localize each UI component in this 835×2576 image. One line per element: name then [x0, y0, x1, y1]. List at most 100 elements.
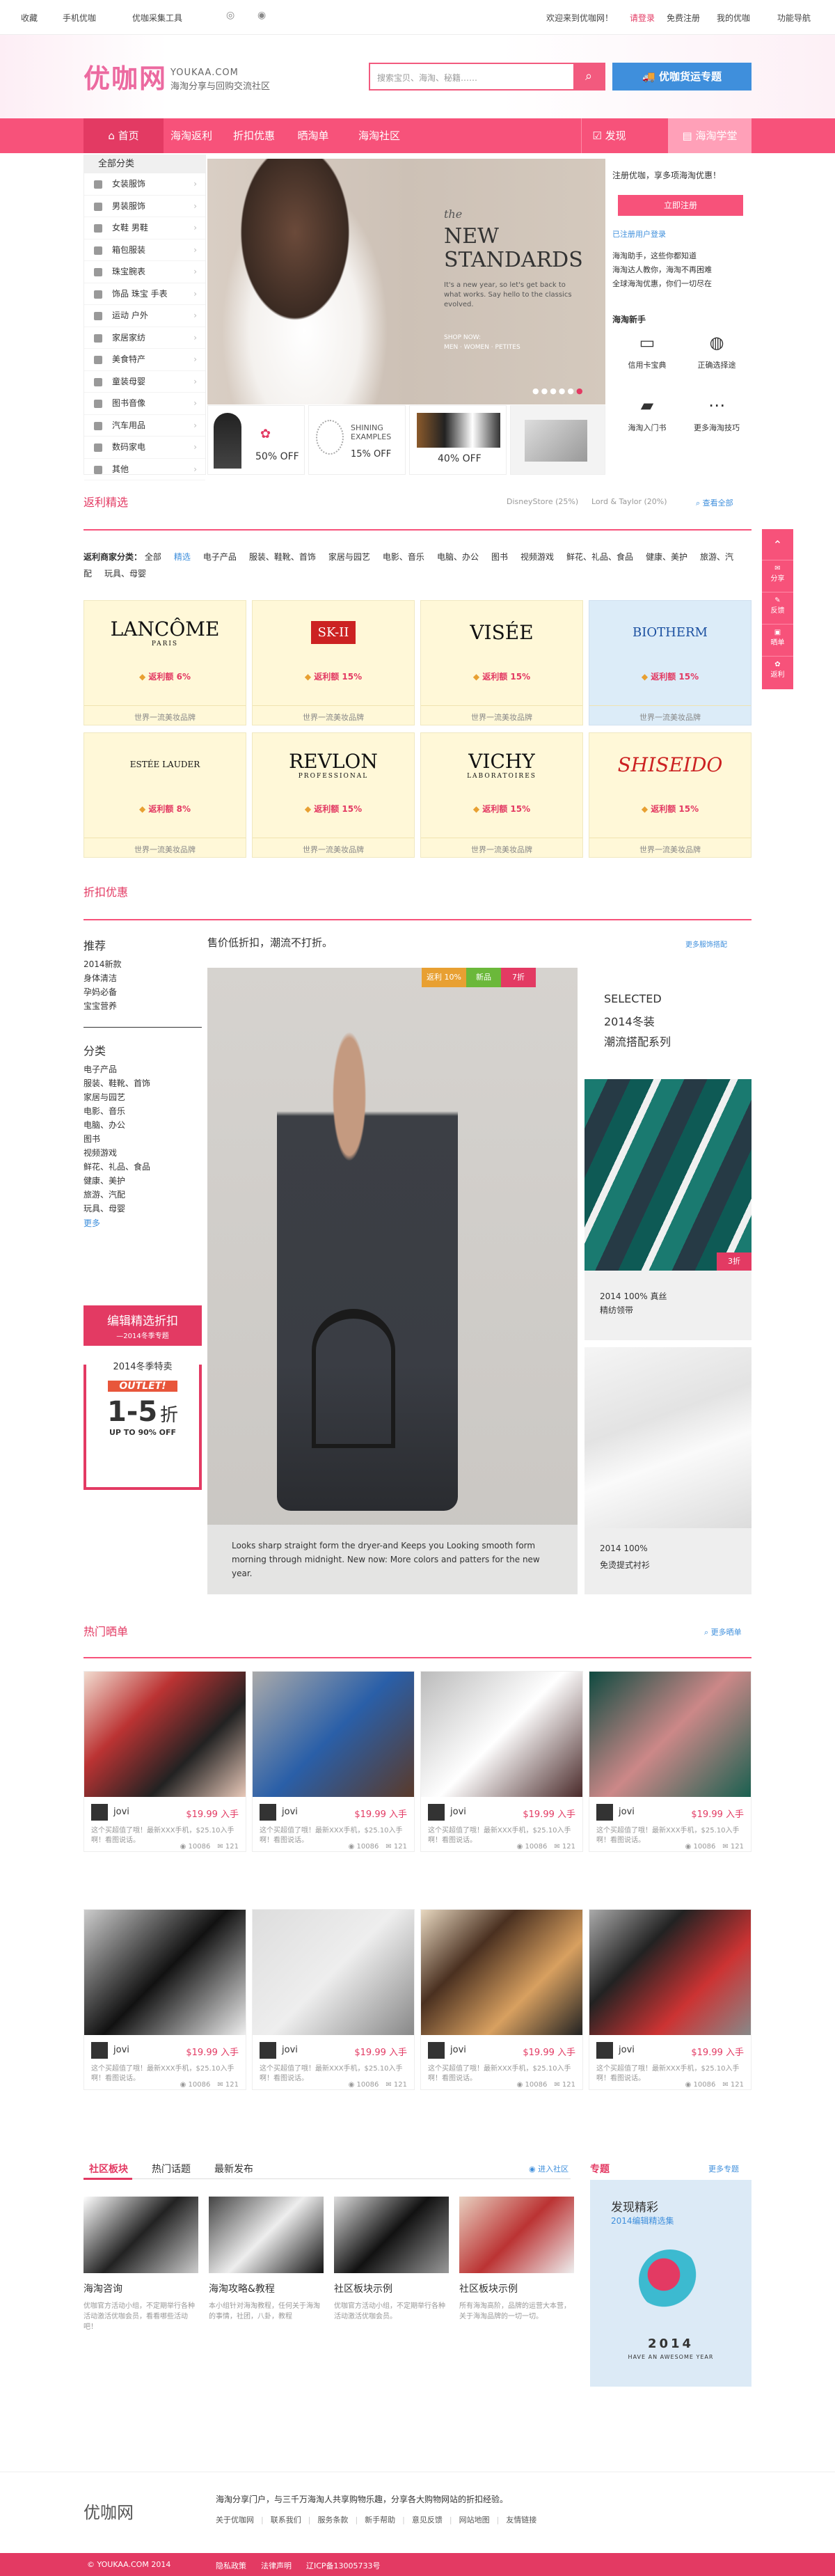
register-link[interactable]: 免费注册 — [667, 12, 700, 24]
tie-info[interactable]: 2014 100% 真丝 精纺领带 — [584, 1271, 752, 1340]
brand-card[interactable]: ESTÉE LAUDER ◆ 返利额 8% 世界一流美妆品牌 — [84, 732, 246, 858]
hero-banner[interactable]: the NEW STANDARDS It's a new year, so le… — [207, 159, 605, 405]
footer-link[interactable]: 友情链接 — [506, 2515, 536, 2524]
tab-community[interactable]: 社区板块 — [89, 2162, 128, 2176]
recommend-item[interactable]: 宝宝营养 — [84, 999, 202, 1013]
my-youka-menu[interactable]: 我的优咖 — [717, 12, 750, 24]
hot-more-link[interactable]: ⌕ 更多晒单 — [704, 1626, 742, 1638]
showcase-card[interactable]: jovi $19.99 入手 这个买超值了哦！最新XXX手机，$25.10入手啊！看… — [84, 1671, 246, 1852]
top-arrow-icon[interactable]: ⌃ — [762, 529, 793, 560]
model-feature[interactable]: 返利 10% 新品 7折 Looks sharp straight form t… — [207, 968, 578, 1594]
tab-latest[interactable]: 最新发布 — [214, 2162, 253, 2176]
brand-card[interactable]: VISÉE ◆ 返利额 15% 世界一流美妆品牌 — [420, 600, 583, 725]
recommend-item[interactable]: 身体清洁 — [84, 971, 202, 985]
winter-sale-badge[interactable]: 2014冬季特卖 OUTLET! 1-5 折 UP TO 90% OFF — [84, 1359, 202, 1490]
rebate-filter[interactable]: 视频游戏 — [520, 552, 554, 562]
discount-category[interactable]: 电子产品 — [84, 1062, 202, 1076]
recommend-item[interactable]: 孕妈必备 — [84, 985, 202, 999]
brand-card[interactable]: BIOTHERM ◆ 返利额 15% 世界一流美妆品牌 — [589, 600, 752, 725]
float-feedback[interactable]: ✎ 反馈 — [762, 592, 793, 625]
rebate-tab[interactable]: Lord & Taylor (20%) — [591, 497, 667, 506]
avatar[interactable] — [596, 2042, 613, 2059]
category-item[interactable]: 图书音像 › — [84, 393, 205, 415]
view-all-link[interactable]: ⌕ 查看全部 — [696, 497, 733, 508]
showcase-card[interactable]: jovi $19.99 入手 这个买超值了哦！最新XXX手机，$25.10入手啊！看… — [252, 1909, 415, 2090]
avatar[interactable] — [91, 2042, 108, 2059]
banner-links[interactable]: MEN · WOMEN · PETITES — [444, 344, 520, 351]
category-item[interactable]: 女鞋 男鞋 › — [84, 217, 205, 239]
showcase-card[interactable]: jovi $19.99 入手 这个买超值了哦！最新XXX手机，$25.10入手啊！看… — [589, 1671, 752, 1852]
rebate-filter[interactable]: 玩具、母婴 — [104, 569, 146, 579]
discount-category[interactable]: 服装、鞋靴、首饰 — [84, 1076, 202, 1090]
rebate-filter[interactable]: 家居与园艺 — [328, 552, 370, 562]
nav-item-showcase[interactable]: 晒淘单 — [285, 118, 341, 153]
footer-link[interactable]: 新手帮助 — [365, 2515, 395, 2524]
tie-photo[interactable]: 3折 — [584, 1079, 752, 1271]
avatar[interactable] — [428, 1804, 445, 1821]
search-input[interactable]: 搜索宝贝、海淘、秘籍…… — [377, 72, 477, 84]
category-item[interactable]: 男装服饰 › — [84, 196, 205, 217]
category-item[interactable]: 数码家电 › — [84, 437, 205, 459]
wechat-icon[interactable]: ◎ — [226, 10, 234, 21]
discount-category[interactable]: 旅游、汽配 — [84, 1188, 202, 1202]
editor-pick-button[interactable]: 编辑精选折扣 —2014冬季专题 — [84, 1305, 202, 1346]
footer-link[interactable]: 意见反馈 — [412, 2515, 443, 2524]
rebate-filter[interactable]: 鲜花、礼品、食品 — [566, 552, 633, 562]
community-title[interactable]: 社区板块示例 — [459, 2282, 518, 2295]
username[interactable]: jovi — [113, 1807, 129, 1817]
login-link[interactable]: 请登录 — [630, 12, 655, 24]
rebate-filter[interactable]: 全部 — [145, 552, 161, 562]
discount-category[interactable]: 玩具、母婴 — [84, 1202, 202, 1216]
promo-button[interactable]: 🚚 优咖货运专题 — [612, 63, 752, 91]
mini-card[interactable]: SHINING EXAMPLES 15% OFF — [308, 405, 406, 475]
weibo-icon[interactable]: ◉ — [257, 10, 266, 21]
username[interactable]: jovi — [619, 2045, 635, 2055]
discount-category[interactable]: 健康、美护 — [84, 1174, 202, 1188]
brand-card[interactable]: SHISEIDO ◆ 返利额 15% 世界一流美妆品牌 — [589, 732, 752, 858]
category-item[interactable]: 童装母婴 › — [84, 371, 205, 393]
rebate-filter[interactable]: 电影、音乐 — [383, 552, 424, 562]
special-card[interactable]: 发现精彩 2014编辑精选集 2014 HAVE AN AWESOME YEAR — [590, 2180, 752, 2387]
tool-guide[interactable]: ▰ 海淘入门书 — [612, 395, 682, 451]
shirt-photo[interactable] — [584, 1347, 752, 1528]
avatar[interactable] — [428, 2042, 445, 2059]
rebate-filter[interactable]: 精选 — [174, 552, 191, 562]
showcase-card[interactable]: jovi $19.99 入手 这个买超值了哦！最新XXX手机，$25.10入手啊！看… — [84, 1909, 246, 2090]
discount-category[interactable]: 家居与园艺 — [84, 1090, 202, 1104]
mini-card[interactable]: 40% OFF — [409, 405, 507, 475]
brand-card[interactable]: LANCÔME PARIS ◆ 返利额 6% 世界一流美妆品牌 — [84, 600, 246, 725]
nav-menu[interactable]: 功能导航 — [777, 12, 811, 24]
username[interactable]: jovi — [619, 1807, 635, 1817]
brand-card[interactable]: SK-II ◆ 返利额 15% 世界一流美妆品牌 — [252, 600, 415, 725]
avatar[interactable] — [91, 1804, 108, 1821]
category-item[interactable]: 美食特产 › — [84, 349, 205, 371]
tool-link[interactable]: 优咖采集工具 — [132, 12, 182, 24]
special-more-link[interactable]: 更多专题 — [708, 2163, 739, 2174]
discount-category[interactable]: 视频游戏 — [84, 1146, 202, 1160]
showcase-card[interactable]: jovi $19.99 入手 这个买超值了哦！最新XXX手机，$25.10入手啊！看… — [420, 1909, 583, 2090]
community-card[interactable]: 社区板块示例 优咖官方活动小组，不定期举行各种活动激活优咖会员。 — [334, 2197, 449, 2350]
category-item[interactable]: 家居家纺 › — [84, 327, 205, 349]
rebate-filter[interactable]: 电脑、办公 — [437, 552, 479, 562]
rebate-filter[interactable]: 服装、鞋靴、首饰 — [249, 552, 316, 562]
category-item[interactable]: 运动 户外 › — [84, 305, 205, 327]
community-title[interactable]: 海淘咨询 — [84, 2282, 122, 2295]
float-share[interactable]: ✉ 分享 — [762, 560, 793, 592]
rebate-filter[interactable]: 图书 — [491, 552, 508, 562]
nav-item-community[interactable]: 海淘社区 — [344, 118, 414, 153]
float-rebate[interactable]: ✿ 返利 — [762, 657, 793, 689]
helper-link[interactable]: 海淘助手，这些你都知道 — [612, 249, 712, 263]
nav-item-rebate[interactable]: 海淘返利 — [164, 118, 219, 153]
community-title[interactable]: 海淘攻略&教程 — [209, 2282, 275, 2295]
nav-discover[interactable]: ☑ 发现 — [581, 118, 637, 153]
nav-home[interactable]: ⌂ 首页 — [84, 118, 164, 153]
more-link[interactable]: 更多 — [84, 1217, 202, 1229]
brand-card[interactable]: VICHY LABORATOIRES ◆ 返利额 15% 世界一流美妆品牌 — [420, 732, 583, 858]
tab-hot-topics[interactable]: 热门话题 — [152, 2162, 191, 2176]
register-button[interactable]: 立即注册 — [618, 195, 743, 216]
privacy-link[interactable]: 隐私政策 — [216, 2560, 246, 2571]
mini-card[interactable] — [510, 405, 605, 475]
helper-link[interactable]: 全球海淘优惠，你们一切尽在 — [612, 277, 712, 291]
nav-item-discount[interactable]: 折扣优惠 — [223, 118, 285, 153]
community-card[interactable]: 海淘咨询 优咖官方活动小组，不定期举行各种活动激活优咖会员，看看哪些活动吧！ — [84, 2197, 198, 2350]
